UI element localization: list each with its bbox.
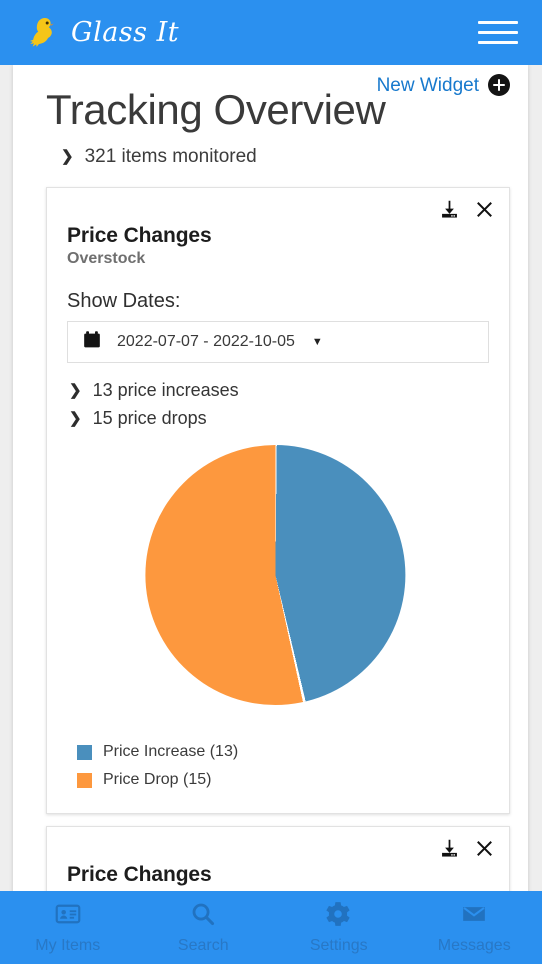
nav-label: My Items <box>35 937 101 954</box>
hamburger-bar <box>478 41 518 44</box>
widget-card-tools <box>439 199 494 220</box>
bottom-navigation: My Items Search Settings Messages <box>0 891 542 964</box>
widget-card-price-changes: Price Changes Overstock Show Dates: 2022… <box>46 187 510 815</box>
hamburger-bar <box>478 31 518 34</box>
nav-label: Search <box>177 937 229 954</box>
stat-row-price-increases[interactable]: ❯ 13 price increases <box>67 380 489 401</box>
stat-row-price-drops[interactable]: ❯ 15 price drops <box>67 408 489 429</box>
monitored-items-row[interactable]: ❯ 321 items monitored <box>46 146 510 168</box>
chevron-down-icon[interactable]: ▼ <box>312 336 323 348</box>
brand[interactable]: Glass It <box>22 13 179 53</box>
pie-slices[interactable] <box>145 445 406 706</box>
nav-item-settings[interactable]: Settings <box>271 901 407 954</box>
widget-title: Price Changes <box>67 863 212 887</box>
close-icon[interactable] <box>475 200 494 219</box>
legend-swatch <box>77 772 92 788</box>
app-header: Glass It <box>0 0 542 65</box>
date-range-input[interactable]: 2022-07-07 - 2022-10-05 ▼ <box>67 321 489 364</box>
stat-label: 13 price increases <box>92 380 239 401</box>
widget-title: Price Changes <box>67 224 212 248</box>
date-range-value: 2022-07-07 - 2022-10-05 <box>117 333 295 351</box>
chevron-right-icon: ❯ <box>61 148 74 166</box>
app-root: Glass It New Widget Tracking Overview ❯ … <box>0 0 542 964</box>
new-widget-action[interactable]: New Widget <box>377 74 510 96</box>
nav-item-messages[interactable]: Messages <box>407 901 542 954</box>
nav-label: Settings <box>309 937 368 954</box>
search-icon <box>190 901 216 932</box>
chevron-right-icon: ❯ <box>69 382 82 400</box>
show-dates-label: Show Dates: <box>67 290 181 313</box>
legend-label: Price Increase (13) <box>103 743 239 761</box>
legend-swatch <box>77 744 92 760</box>
plus-circle-icon[interactable] <box>488 74 510 96</box>
glass-it-bird-logo-icon <box>22 13 62 53</box>
gear-icon <box>325 901 352 932</box>
legend-item-price-increase[interactable]: Price Increase (13) <box>77 743 489 761</box>
page-surface: New Widget Tracking Overview ❯ 321 items… <box>13 65 528 964</box>
brand-name: Glass It <box>71 17 180 48</box>
widget-card-tools <box>439 838 494 859</box>
id-card-icon <box>55 901 81 932</box>
widget-subtitle: Overstock <box>67 250 146 268</box>
download-icon[interactable] <box>439 199 460 220</box>
calendar-icon <box>82 330 102 355</box>
hamburger-menu-icon[interactable] <box>478 18 518 48</box>
legend-label: Price Drop (15) <box>103 771 212 789</box>
pie-chart <box>67 441 489 741</box>
monitored-items-label: 321 items monitored <box>84 146 257 168</box>
chart-legend: Price Increase (13) Price Drop (15) <box>67 743 489 789</box>
pie-slice-divider <box>145 445 406 706</box>
price-change-stats: ❯ 13 price increases ❯ 15 price drops <box>67 380 489 429</box>
envelope-icon <box>461 901 487 932</box>
download-icon[interactable] <box>439 838 460 859</box>
close-icon[interactable] <box>475 839 494 858</box>
stat-label: 15 price drops <box>92 408 207 429</box>
chevron-right-icon: ❯ <box>69 410 82 428</box>
nav-item-search[interactable]: Search <box>136 901 272 954</box>
nav-label: Messages <box>437 937 511 954</box>
nav-item-my-items[interactable]: My Items <box>0 901 136 954</box>
hamburger-bar <box>478 21 518 24</box>
new-widget-link[interactable]: New Widget <box>377 76 479 95</box>
page-content: New Widget Tracking Overview ❯ 321 items… <box>13 65 528 929</box>
legend-item-price-drop[interactable]: Price Drop (15) <box>77 771 489 789</box>
